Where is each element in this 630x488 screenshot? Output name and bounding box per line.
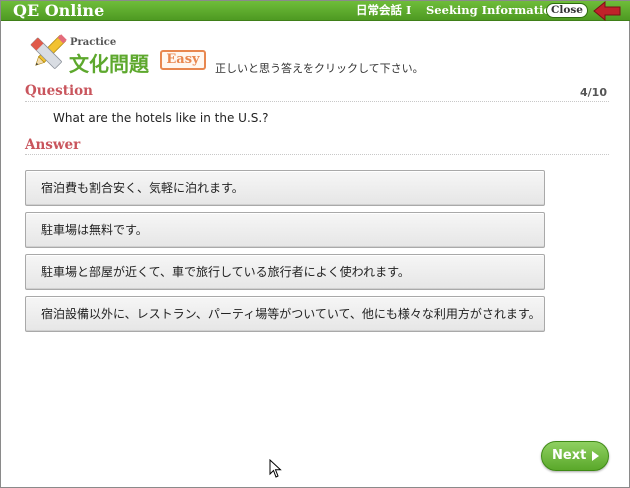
pencil-eraser-icon [30,34,67,69]
next-button[interactable]: Next [541,441,609,471]
answer-option-2[interactable]: 駐車場は無料です。 [25,212,545,248]
mouse-cursor-icon [269,459,282,478]
question-heading: Question [25,83,93,99]
answer-option-label: 駐車場は無料です。 [41,223,148,237]
next-button-label: Next [552,448,587,463]
breadcrumb-course: 日常会話 I [356,3,412,17]
answer-option-3[interactable]: 駐車場と部屋が近くて、車で旅行している旅行者によく使われます。 [25,254,545,290]
back-arrow-icon[interactable] [592,1,622,21]
answer-heading: Answer [25,137,81,153]
answer-divider [25,154,609,155]
instruction-text: 正しいと思う答えをクリックして下さい。 [215,62,424,75]
answer-option-label: 宿泊設備以外に、レストラン、パーティ場等がついていて、他にも様々な利用方がされま… [41,307,541,321]
answer-option-label: 駐車場と部屋が近くて、車で旅行している旅行者によく使われます。 [41,265,410,279]
answer-option-4[interactable]: 宿泊設備以外に、レストラン、パーティ場等がついていて、他にも様々な利用方がされま… [25,296,545,332]
answer-option-label: 宿泊費も割合安く、気軽に泊れます。 [41,181,244,195]
app-title: QE Online [13,1,105,20]
top-bar: QE Online 日常会話 I Seeking Information Clo… [1,1,630,21]
breadcrumb-topic: Seeking Information [426,3,560,17]
practice-title: 文化問題 [69,52,149,76]
question-text: What are the hotels like in the U.S.? [53,111,269,125]
practice-label: Practice [70,37,117,48]
level-badge: Easy [160,50,206,70]
question-progress: 4/10 [580,86,607,99]
close-button[interactable]: Close [546,3,588,18]
app-window: QE Online 日常会話 I Seeking Information Clo… [0,0,630,488]
play-triangle-icon [592,451,599,461]
question-divider [25,101,609,102]
answer-option-1[interactable]: 宿泊費も割合安く、気軽に泊れます。 [25,170,545,206]
